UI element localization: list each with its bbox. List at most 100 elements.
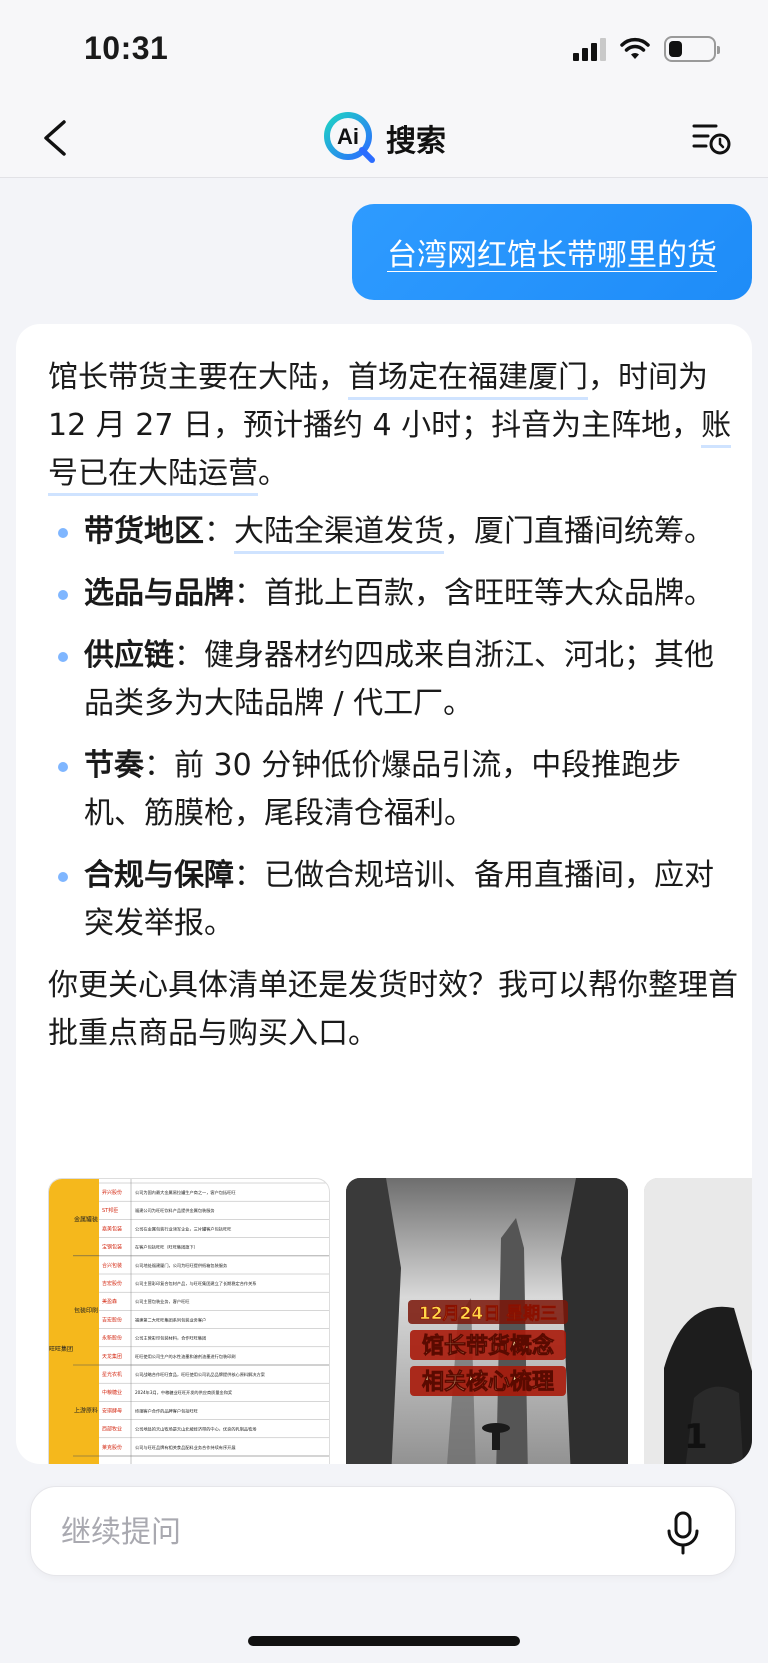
table-company-cell: 西部牧业 xyxy=(102,1426,122,1433)
microphone-icon xyxy=(667,1511,699,1555)
follow-up-input-bar xyxy=(30,1486,736,1576)
bullet-item-region: 带货地区：大陆全渠道发货，厦门直播间统筹。 xyxy=(48,508,738,556)
bullet-item-supply-chain: 供应链：健身器材约四成来自浙江、河北；其他品类多为大陆品牌 / 代工厂。 xyxy=(48,632,738,728)
ai-logo-icon: Ai xyxy=(324,112,375,163)
thumbnail-poster[interactable]: 12月24日 星期三 馆长带货概念 相关核心梳理 xyxy=(346,1178,628,1464)
person-overlay-text: 1 xyxy=(684,1417,708,1457)
table-company-cell: 嘉美包装 xyxy=(102,1225,122,1232)
table-company-cell: 星光农机 xyxy=(102,1371,122,1378)
table-company-cell: 吉宏股份 xyxy=(102,1316,122,1323)
bullet-dot-icon xyxy=(58,872,68,882)
bullet-separator: ： xyxy=(234,576,264,611)
table-desc-cell: 公司地处的天山牧场是天山北坡经济带的中心，优良的乳制品牧场 xyxy=(135,1426,256,1433)
status-time: 10:31 xyxy=(84,30,169,66)
status-bar: 10:31 xyxy=(0,0,768,100)
table-company-cell: 宝钢包装 xyxy=(102,1244,122,1251)
bullet-highlight[interactable]: 大陆全渠道发货 xyxy=(234,514,444,554)
table-desc-cell: 在客户包括旺旺（旺旺集团旗下） xyxy=(135,1244,198,1251)
bullet-dot-icon xyxy=(58,528,68,538)
bullet-item-rhythm: 节奏：前 30 分钟低价爆品引流，中段推跑步机、筋膜枪，尾段清仓福利。 xyxy=(48,742,738,838)
poster-subtitle: 相关核心梳理 xyxy=(422,1369,554,1395)
bullet-item-compliance: 合规与保障：已做合规培训、备用直播间，应对突发举报。 xyxy=(48,852,738,948)
ai-logo-text: Ai xyxy=(337,124,359,149)
table-company-cell: 安琪酵母 xyxy=(102,1407,122,1414)
table-company-cell: 美盈森 xyxy=(102,1298,117,1305)
follow-up-input[interactable] xyxy=(61,1509,621,1555)
poster-title: 馆长带货概念 xyxy=(422,1333,554,1359)
table-company-cell: ST邦臣 xyxy=(102,1207,118,1214)
table-desc-cell: 公司主营彩印复合包材产品，与旺旺集团建立了长期稳定合作关系 xyxy=(135,1280,256,1287)
table-desc-cell: 公司地处福建厦门，公司为旺旺提供纸箱包装服务 xyxy=(135,1262,228,1269)
person-image: 1 xyxy=(644,1178,752,1464)
back-button[interactable] xyxy=(36,114,76,162)
bullet-label: 供应链 xyxy=(84,638,174,673)
table-group-label: 旺旺集团 xyxy=(49,1345,73,1353)
bullet-item-brands: 选品与品牌：首批上百款，含旺旺等大众品牌。 xyxy=(48,570,738,618)
table-company-cell: 莱克股份 xyxy=(102,1444,122,1451)
bullet-label: 选品与品牌 xyxy=(84,576,234,611)
table-desc-cell: 公司为国内最大金属易拉罐生产商之一，客户包括旺旺 xyxy=(135,1189,236,1196)
answer-bullet-list: 带货地区：大陆全渠道发货，厦门直播间统筹。 选品与品牌：首批上百款，含旺旺等大众… xyxy=(48,508,738,948)
intro-text-3: 。 xyxy=(258,456,288,491)
chevron-left-icon xyxy=(44,120,66,156)
table-desc-cell: 终端客户合作的品牌客户包括旺旺 xyxy=(135,1407,198,1414)
table-desc-cell: 福建公司为旺旺饮料产品提供金属包装服务 xyxy=(135,1207,215,1214)
answer-intro: 馆长带货主要在大陆，首场定在福建厦门，时间为 12 月 27 日，预计播约 4 … xyxy=(48,354,738,498)
table-company-cell: 中粮糖业 xyxy=(102,1389,122,1396)
bullet-dot-icon xyxy=(58,652,68,662)
table-desc-cell: 公司战略合作旺旺食品，旺旺使用公司乳品品牌提供核心原料解决方案 xyxy=(135,1371,266,1378)
table-desc-cell: 公司在金属包装行业领军企业，三片罐客户包括旺旺 xyxy=(135,1225,231,1232)
thumbnail-person[interactable]: 1 xyxy=(644,1178,752,1464)
answer-body: 馆长带货主要在大陆，首场定在福建厦门，时间为 12 月 27 日，预计播约 4 … xyxy=(48,354,738,1058)
history-list-icon xyxy=(692,124,731,155)
table-category-label: 上游原料 xyxy=(74,1407,98,1415)
nav-bar: Ai 搜索 xyxy=(0,100,768,178)
bullet-text: ，厦门直播间统筹。 xyxy=(444,514,714,549)
table-desc-cell: 公司主营彩印包装材料，合作旺旺集团 xyxy=(135,1335,206,1342)
page-title: 搜索 xyxy=(386,124,446,159)
bullet-separator: ： xyxy=(144,748,174,783)
supplier-table-image: 旺旺集团 金属罐装包装印刷上游原料 昇兴股份 公司为国内最大金属易拉罐生产商之一，客户… xyxy=(49,1179,329,1464)
follow-up-question: 你更关心具体清单还是发货时效？我可以帮你整理首批重点商品与购买入口。 xyxy=(48,968,738,1051)
table-company-cell: 合兴包装 xyxy=(102,1262,122,1269)
bullet-label: 合规与保障 xyxy=(84,858,234,893)
table-company-cell: 天龙集团 xyxy=(102,1353,122,1360)
user-query-text[interactable]: 台湾网红馆长带哪里的货 xyxy=(387,230,717,274)
battery-level xyxy=(669,41,682,57)
poster-image: 12月24日 星期三 馆长带货概念 相关核心梳理 xyxy=(346,1178,628,1464)
thumbnail-supplier-table[interactable]: 旺旺集团 金属罐装包装印刷上游原料 昇兴股份 公司为国内最大金属易拉罐生产商之一，客户… xyxy=(48,1178,330,1464)
answer-card: 馆长带货主要在大陆，首场定在福建厦门，时间为 12 月 27 日，预计播约 4 … xyxy=(16,324,752,1464)
table-company-cell: 吉宏股份 xyxy=(102,1280,122,1287)
table-company-cell: 永新股份 xyxy=(102,1335,122,1342)
bullet-separator: ： xyxy=(174,638,204,673)
bullet-dot-icon xyxy=(58,762,68,772)
image-thumbnail-row[interactable]: 旺旺集团 金属罐装包装印刷上游原料 昇兴股份 公司为国内最大金属易拉罐生产商之一，客户… xyxy=(48,1178,752,1464)
home-indicator xyxy=(248,1636,520,1646)
history-button[interactable] xyxy=(690,118,734,158)
battery-icon xyxy=(664,36,720,62)
table-desc-cell: 2024年3月，中粮糖业旺旺开发的供应商质量金和奖 xyxy=(135,1389,233,1396)
table-desc-cell: 旺旺使用公司生产的水性油墨和溶剂油墨进行包装印刷 xyxy=(135,1353,236,1360)
table-category-label: 包装印刷 xyxy=(74,1306,98,1314)
nav-title: Ai 搜索 xyxy=(322,110,446,166)
table-desc-cell: 福建第二大旺旺集团系列包装业务客户 xyxy=(135,1316,206,1323)
bullet-label: 带货地区 xyxy=(84,514,204,549)
table-company-cell: 昇兴股份 xyxy=(102,1189,122,1196)
bullet-dot-icon xyxy=(58,590,68,600)
cellular-signal-icon xyxy=(573,37,606,61)
table-desc-cell: 公司主营包装业务，客户旺旺 xyxy=(135,1298,189,1305)
wifi-icon xyxy=(620,37,650,59)
status-icons xyxy=(573,36,720,62)
intro-text-1: 馆长带货主要在大陆， xyxy=(48,360,348,395)
user-query-bubble[interactable]: 台湾网红馆长带哪里的货 xyxy=(352,204,752,300)
bullet-separator: ： xyxy=(204,514,234,549)
poster-date: 12月24日 星期三 xyxy=(419,1304,557,1324)
bullet-separator: ： xyxy=(234,858,264,893)
table-desc-cell: 公司与旺旺品牌有相关食品配料业务合作持续有序开展 xyxy=(135,1444,236,1451)
voice-input-button[interactable] xyxy=(663,1509,703,1557)
bullet-text: 首批上百款，含旺旺等大众品牌。 xyxy=(264,576,714,611)
bullet-text: 前 30 分钟低价爆品引流，中段推跑步机、筋膜枪，尾段清仓福利。 xyxy=(84,748,682,831)
intro-highlight-1[interactable]: 首场定在福建厦门 xyxy=(348,360,588,400)
table-category-label: 金属罐装 xyxy=(74,1215,98,1223)
bullet-label: 节奏 xyxy=(84,748,144,783)
